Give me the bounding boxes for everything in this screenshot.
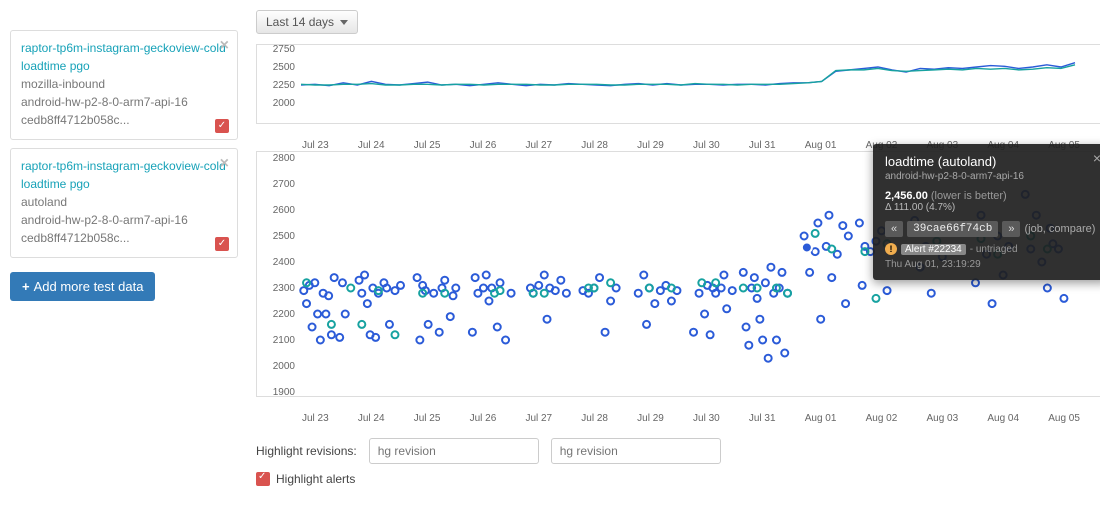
test-platform: android-hw-p2-8-0-arm7-api-16 [21,211,227,229]
main: Last 14 days 2000 2250 2500 2750 Jul 23Jul … [256,10,1100,486]
svg-text:2400: 2400 [273,257,296,268]
svg-text:2750: 2750 [273,45,296,55]
tooltip-delta: Δ 111.00 (4.7%) [885,202,1097,213]
highlight-alerts-label: Highlight alerts [276,472,355,486]
test-repo: autoland [21,193,227,211]
series-color-badge [215,237,229,251]
overview-chart[interactable]: 2000 2250 2500 2750 [256,44,1100,124]
tooltip-revision: 39cae66f74cb [907,221,998,237]
sidebar: × raptor-tp6m-instagram-geckoview-cold l… [10,10,238,301]
svg-text:2800: 2800 [273,153,296,164]
svg-text:2700: 2700 [273,179,296,190]
tooltip-platform: android-hw-p2-8-0-arm7-api-16 [885,171,1097,182]
svg-text:2500: 2500 [273,62,296,73]
tooltip-timestamp: Thu Aug 01, 23:19:29 [885,259,1097,270]
series-color-badge [215,119,229,133]
svg-text:2500: 2500 [273,231,296,242]
svg-text:2300: 2300 [273,283,296,294]
svg-text:2200: 2200 [273,309,296,320]
test-revision: cedb8ff4712b058c... [21,229,227,247]
highlight-revisions-label: Highlight revisions: [256,444,357,458]
svg-text:2600: 2600 [273,205,296,216]
hg-revision-input-2[interactable] [551,438,721,464]
tooltip-hint: (lower is better) [931,190,1007,202]
svg-text:2000: 2000 [273,361,296,372]
test-link[interactable]: raptor-tp6m-instagram-geckoview-cold loa… [21,157,227,193]
warning-icon: ! [885,243,897,255]
tooltip-title: loadtime (autoland) [885,154,1097,169]
test-link[interactable]: raptor-tp6m-instagram-geckoview-cold loa… [21,39,227,75]
highlight-alerts-checkbox[interactable] [256,472,270,486]
test-platform: android-hw-p2-8-0-arm7-api-16 [21,93,227,111]
svg-text:1900: 1900 [273,387,296,398]
test-card: × raptor-tp6m-instagram-geckoview-cold l… [10,30,238,140]
test-card: × raptor-tp6m-instagram-geckoview-cold l… [10,148,238,258]
alert-status: - untriaged [970,244,1018,255]
test-revision: cedb8ff4712b058c... [21,111,227,129]
tooltip-links[interactable]: (job, compare) [1024,223,1095,235]
svg-text:2250: 2250 [273,80,296,91]
time-range-dropdown[interactable]: Last 14 days [256,10,358,34]
svg-text:2000: 2000 [273,98,296,107]
close-icon[interactable]: × [220,37,229,55]
hg-revision-input-1[interactable] [369,438,539,464]
detail-chart[interactable]: 1900 2000 2100 2200 2300 2400 2500 2600 2700 2800… [256,151,1100,397]
prev-revision-button[interactable]: « [885,221,903,237]
add-test-data-button[interactable]: +Add more test data [10,272,155,301]
next-revision-button[interactable]: » [1002,221,1020,237]
test-repo: mozilla-inbound [21,75,227,93]
point-tooltip: × loadtime (autoland) android-hw-p2-8-0-… [873,144,1100,280]
close-icon[interactable]: × [220,155,229,173]
close-icon[interactable]: × [1093,150,1100,166]
x-axis-detail: Jul 23Jul 24Jul 25Jul 26Jul 27Jul 28Jul … [256,409,1100,424]
svg-text:2100: 2100 [273,335,296,346]
alert-link[interactable]: Alert #22234 [901,244,966,255]
plus-icon: + [22,279,30,294]
chevron-down-icon [340,20,348,25]
tooltip-value: 2,456.00 [885,190,928,202]
